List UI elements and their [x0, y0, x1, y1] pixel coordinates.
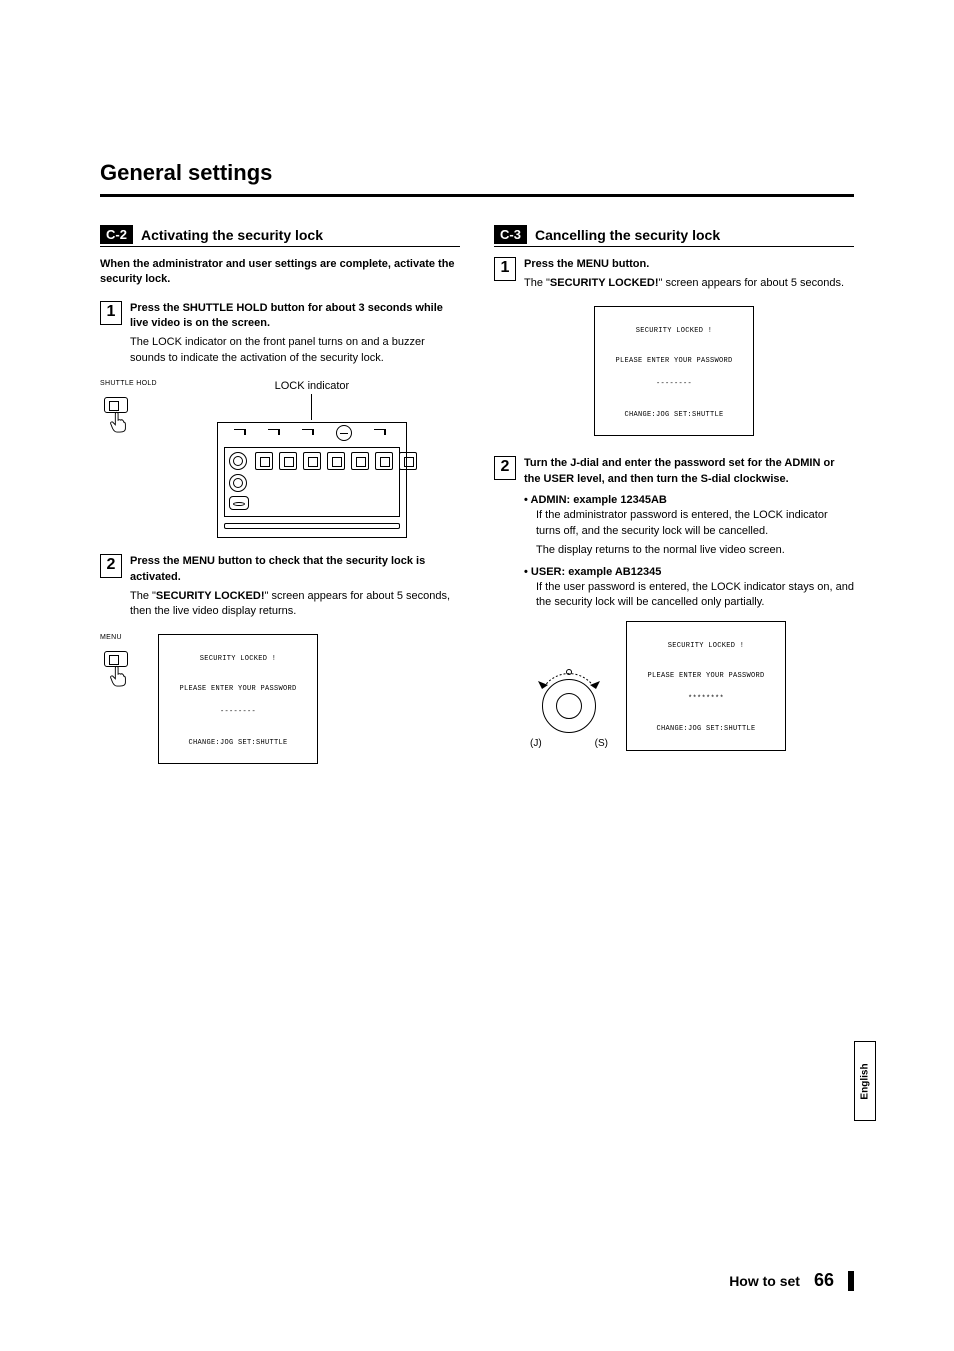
user-bullet-label: • USER: example AB12345	[524, 566, 661, 578]
c3-step2-heading: Turn the J-dial and enter the password s…	[524, 456, 854, 487]
step-number: 1	[100, 301, 122, 325]
c2-step1-heading: Press the SHUTTLE HOLD button for about …	[130, 301, 460, 332]
osd-screen-c2: SECURITY LOCKED ! PLEASE ENTER YOUR PASS…	[158, 634, 318, 764]
c3-step1-desc: The "SECURITY LOCKED!" screen appears fo…	[524, 276, 854, 291]
footer-bar-icon	[848, 1271, 854, 1291]
admin-desc2: The display returns to the normal live v…	[524, 543, 854, 558]
step-number: 2	[494, 456, 516, 480]
figure-shuttle-lock: SHUTTLE HOLD LOCK indicator	[100, 380, 460, 538]
c2-step1-desc: The LOCK indicator on the front panel tu…	[130, 335, 460, 366]
c3-step2: 2 Turn the J-dial and enter the password…	[494, 456, 854, 751]
section-c3-title: Cancelling the security lock	[535, 227, 720, 243]
section-c3-badge: C-3	[494, 225, 527, 244]
c2-step1: 1 Press the SHUTTLE HOLD button for abou…	[100, 301, 460, 371]
step-number: 1	[494, 257, 516, 281]
finger-icon	[108, 665, 136, 690]
jog-dial-icon	[524, 667, 614, 737]
section-c2-header: C-2 Activating the security lock	[100, 225, 460, 247]
j-label: (J)	[530, 737, 542, 751]
osd-screen-c3-2: SECURITY LOCKED ! PLEASE ENTER YOUR PASS…	[626, 621, 786, 751]
section-c2-title: Activating the security lock	[141, 227, 323, 243]
admin-desc1: If the administrator password is entered…	[524, 508, 854, 539]
admin-bullet-label: • ADMIN: example 12345AB	[524, 494, 667, 506]
s-label: (S)	[595, 737, 608, 751]
page-footer: How to set 66	[729, 1270, 854, 1291]
right-column: C-3 Cancelling the security lock 1 Press…	[494, 225, 854, 764]
footer-section-label: How to set	[729, 1273, 800, 1289]
language-tab: English	[854, 1041, 876, 1121]
section-c3-header: C-3 Cancelling the security lock	[494, 225, 854, 247]
front-panel-illustration	[217, 422, 407, 538]
footer-page-number: 66	[814, 1270, 834, 1291]
title-rule	[100, 194, 854, 197]
menu-label: MENU	[100, 634, 128, 641]
c3-step1-heading: Press the MENU button.	[524, 257, 854, 272]
left-column: C-2 Activating the security lock When th…	[100, 225, 460, 764]
page-title: General settings	[100, 160, 854, 186]
step-number: 2	[100, 554, 122, 578]
c2-intro: When the administrator and user settings…	[100, 257, 460, 287]
section-c2-badge: C-2	[100, 225, 133, 244]
c2-step2-desc: The "SECURITY LOCKED!" screen appears fo…	[130, 589, 460, 620]
c3-step1: 1 Press the MENU button. The "SECURITY L…	[494, 257, 854, 296]
shuttle-hold-label: SHUTTLE HOLD	[100, 380, 157, 387]
c2-step2: 2 Press the MENU button to check that th…	[100, 554, 460, 624]
user-desc: If the user password is entered, the LOC…	[524, 580, 854, 611]
lock-indicator-label: LOCK indicator	[217, 380, 407, 392]
osd-screen-c3-1: SECURITY LOCKED ! PLEASE ENTER YOUR PASS…	[594, 306, 754, 436]
jog-shuttle-figure: (J) (S) SECURITY LOCKED ! PLEASE ENTER Y…	[524, 621, 854, 751]
finger-icon	[108, 411, 165, 436]
c2-step2-heading: Press the MENU button to check that the …	[130, 554, 460, 585]
